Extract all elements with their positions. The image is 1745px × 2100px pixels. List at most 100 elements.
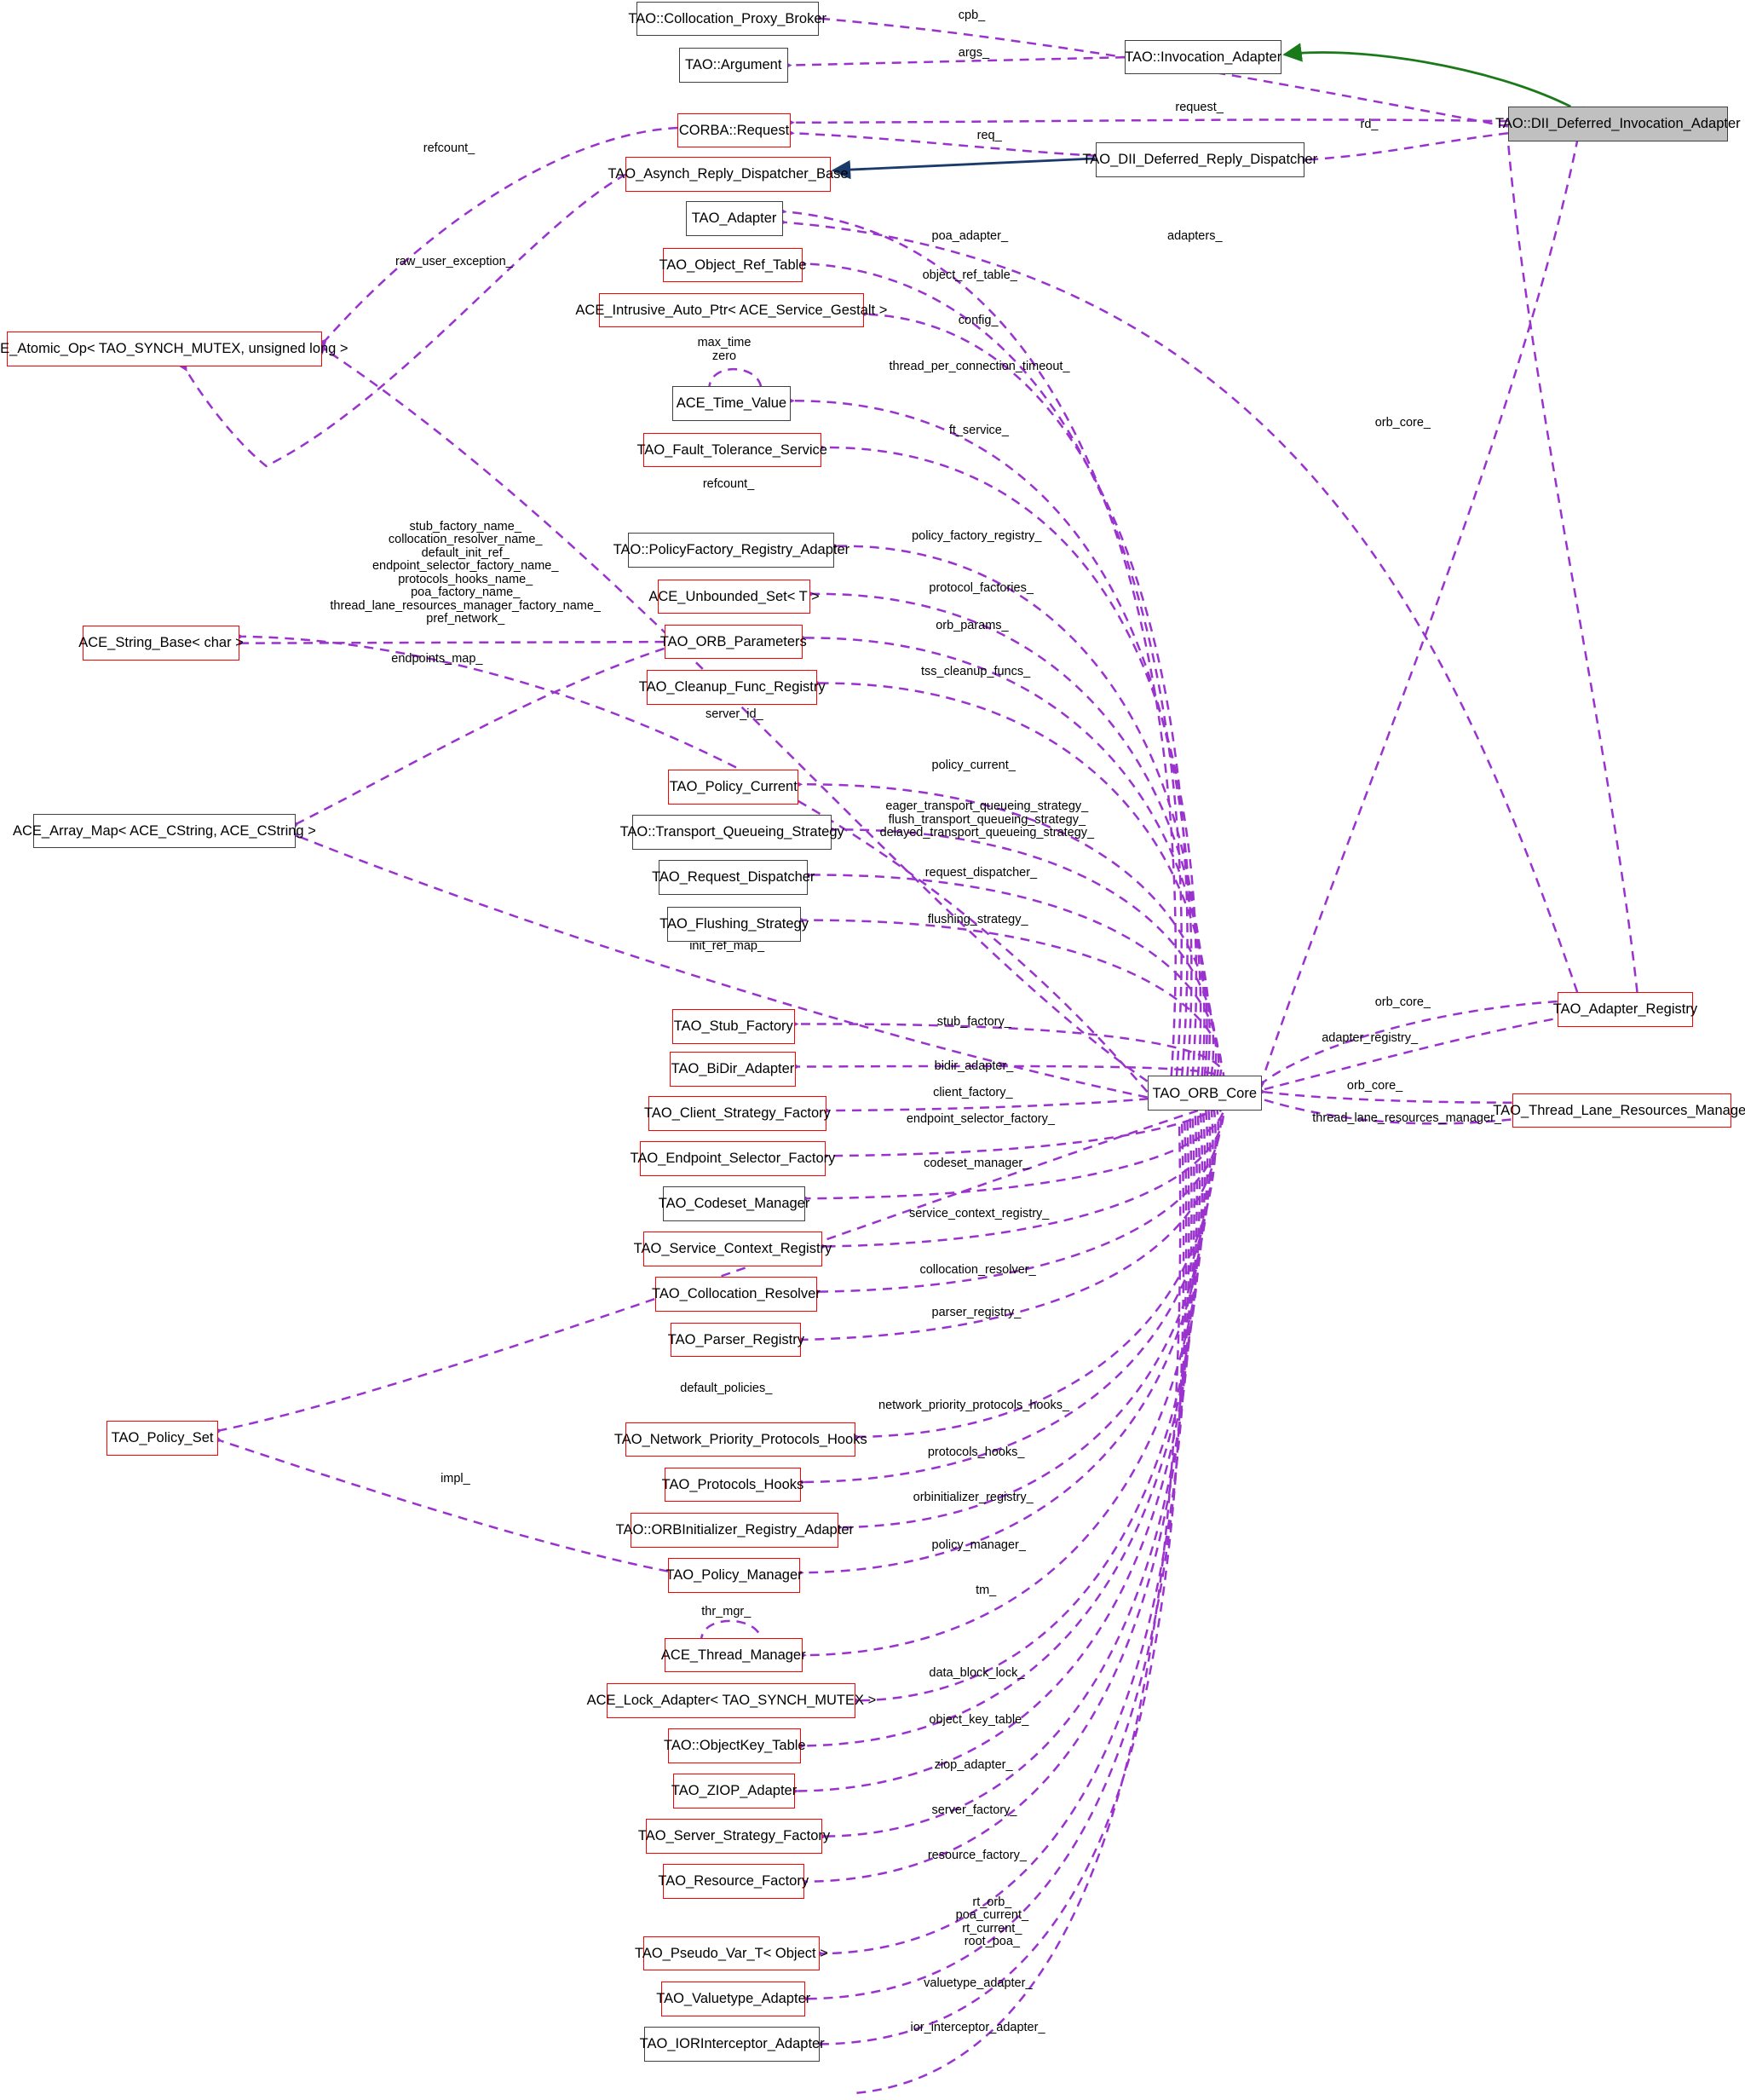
class-node-label: TAO::DII_Deferred_Invocation_Adapter — [1494, 116, 1741, 132]
class-node-iorinterceptor_adapter[interactable]: TAO_IORInterceptor_Adapter — [640, 2027, 825, 2062]
class-node-label: TAO_Valuetype_Adapter — [656, 1990, 811, 2006]
class-node-label: TAO_Policy_Set — [111, 1430, 214, 1446]
edge-label-policy_manager_lbl: policy_manager_ — [931, 1538, 1026, 1553]
class-node-label: TAO_Stub_Factory — [673, 1018, 793, 1035]
edge-label-raw_user_exception: raw_user_exception_ — [394, 254, 513, 268]
class-node-ziop_adapter[interactable]: TAO_ZIOP_Adapter — [671, 1774, 798, 1809]
class-node-protocols_hooks[interactable]: TAO_Protocols_Hooks — [662, 1467, 803, 1503]
class-node-stub_factory[interactable]: TAO_Stub_Factory — [671, 1009, 795, 1044]
class-node-label: TAO_Policy_Current — [669, 779, 798, 795]
edge-label-thread_lane_resources_manager_lbl: thread_lane_resources_manager_ — [1312, 1111, 1501, 1125]
class-node-label: TAO_ORB_Core — [1152, 1085, 1258, 1101]
class-node-adapter_registry[interactable]: TAO_Adapter_Registry — [1553, 992, 1697, 1027]
class-node-label: TAO_DII_Deferred_Reply_Dispatcher — [1082, 152, 1318, 168]
edge-label-orb_core_tlrm: orb_core_ — [1346, 1079, 1403, 1093]
edge-label-args: args_ — [958, 45, 990, 60]
collaboration-diagram-canvas: TAO::Collocation_Proxy_BrokerTAO::Argume… — [0, 0, 1745, 2100]
class-node-objectkey_table[interactable]: TAO::ObjectKey_Table — [664, 1728, 806, 1763]
edge-label-bidir_adapter_lbl: bidir_adapter_ — [934, 1059, 1014, 1073]
edge-label-string_attrs: stub_factory_name_ collocation_resolver_n… — [330, 519, 601, 626]
class-node-label: TAO_Service_Context_Registry — [633, 1241, 832, 1257]
class-node-client_strategy_factory[interactable]: TAO_Client_Strategy_Factory — [644, 1095, 831, 1131]
class-node-server_strategy_factory[interactable]: TAO_Server_Strategy_Factory — [638, 1819, 830, 1854]
class-node-intrusive_auto_ptr[interactable]: ACE_Intrusive_Auto_Ptr< ACE_Service_Gest… — [575, 292, 887, 328]
class-node-asynch_reply_dispatcher_base[interactable]: TAO_Asynch_Reply_Dispatcher_Base — [608, 157, 849, 192]
edge-label-adapters: adapters_ — [1167, 229, 1223, 244]
class-node-flushing_strategy[interactable]: TAO_Flushing_Strategy — [659, 907, 809, 942]
edge-label-client_factory: client_factory_ — [933, 1085, 1013, 1099]
class-node-policy_manager[interactable]: TAO_Policy_Manager — [665, 1558, 803, 1593]
edge-label-endpoints_map: endpoints_map_ — [391, 651, 483, 666]
class-node-lock_adapter[interactable]: ACE_Lock_Adapter< TAO_SYNCH_MUTEX > — [587, 1682, 876, 1718]
class-node-dii_deferred_reply_dispatcher[interactable]: TAO_DII_Deferred_Reply_Dispatcher — [1082, 142, 1317, 177]
class-node-orb_parameters[interactable]: TAO_ORB_Parameters — [660, 624, 807, 660]
edge-label-valuetype_adapter_lbl: valuetype_adapter_ — [924, 1976, 1033, 1991]
class-node-unbounded_set[interactable]: ACE_Unbounded_Set< T > — [648, 579, 820, 614]
class-node-label: TAO_Pseudo_Var_T< Object > — [634, 1945, 828, 1961]
class-node-array_map[interactable]: ACE_Array_Map< ACE_CString, ACE_CString … — [13, 813, 316, 849]
edge-label-adapter_registry_lbl: adapter_registry_ — [1322, 1030, 1419, 1045]
class-node-bidir_adapter[interactable]: TAO_BiDir_Adapter — [669, 1052, 797, 1087]
edge-label-refcount_mid: refcount_ — [702, 476, 755, 491]
class-node-network_priority_protocols_hooks[interactable]: TAO_Network_Priority_Protocols_Hooks — [614, 1422, 867, 1457]
class-node-collocation_proxy_broker[interactable]: TAO::Collocation_Proxy_Broker — [628, 1, 826, 37]
edge-label-parser_registry_lbl: parser_registry_ — [931, 1305, 1022, 1319]
class-node-label: TAO::PolicyFactory_Registry_Adapter — [613, 542, 850, 558]
class-node-parser_registry[interactable]: TAO_Parser_Registry — [667, 1322, 804, 1358]
class-node-label: CORBA::Request — [678, 122, 790, 138]
edge-label-object_ref_table_lbl: object_ref_table_ — [922, 268, 1017, 282]
class-node-string_base[interactable]: ACE_String_Base< char > — [78, 626, 244, 661]
edge-label-refcount_top: refcount_ — [423, 141, 475, 156]
class-node-label: ACE_String_Base< char > — [78, 635, 244, 651]
class-node-policyfactory_registry_adapter[interactable]: TAO::PolicyFactory_Registry_Adapter — [613, 532, 849, 568]
class-node-collocation_resolver[interactable]: TAO_Collocation_Resolver — [652, 1277, 821, 1312]
class-node-service_context_registry[interactable]: TAO_Service_Context_Registry — [634, 1232, 832, 1266]
class-node-label: TAO_Parser_Registry — [667, 1331, 804, 1347]
class-node-policy_current[interactable]: TAO_Policy_Current — [668, 770, 799, 805]
class-node-invocation_adapter[interactable]: TAO::Invocation_Adapter — [1125, 39, 1282, 75]
class-node-label: TAO_ORB_Parameters — [659, 633, 807, 649]
class-node-corba_request[interactable]: CORBA::Request — [677, 112, 791, 148]
class-node-orbinitializer_registry_adapter[interactable]: TAO::ORBInitializer_Registry_Adapter — [616, 1512, 854, 1548]
class-node-policy_set[interactable]: TAO_Policy_Set — [106, 1421, 219, 1456]
class-node-label: ACE_Intrusive_Auto_Ptr< ACE_Service_Gest… — [575, 302, 888, 318]
edge-label-pseudo_var_attrs: rt_orb_ poa_current_ rt_current_ root_poa_ — [955, 1895, 1029, 1949]
class-node-label: TAO::ObjectKey_Table — [664, 1738, 806, 1754]
edge-label-codeset_manager_lbl: codeset_manager_ — [924, 1156, 1030, 1170]
edge-label-thr_mgr: thr_mgr_ — [701, 1605, 752, 1619]
class-node-fault_tolerance_service[interactable]: TAO_Fault_Tolerance_Service — [636, 432, 827, 468]
class-node-transport_queueing_strategy[interactable]: TAO::Transport_Queueing_Strategy — [620, 815, 844, 850]
class-node-label: TAO_ZIOP_Adapter — [671, 1783, 798, 1799]
class-node-endpoint_selector_factory[interactable]: TAO_Endpoint_Selector_Factory — [631, 1141, 835, 1176]
edge-label-tss_cleanup_funcs: tss_cleanup_funcs_ — [921, 665, 1031, 679]
class-node-dii_deferred_invocation_adapter[interactable]: TAO::DII_Deferred_Invocation_Adapter — [1495, 106, 1741, 141]
class-node-label: TAO_IORInterceptor_Adapter — [639, 2036, 825, 2052]
class-node-thread_lane_resources_manager[interactable]: TAO_Thread_Lane_Resources_Manager — [1493, 1093, 1745, 1128]
class-node-codeset_manager[interactable]: TAO_Codeset_Manager — [659, 1186, 809, 1221]
class-node-object_ref_table[interactable]: TAO_Object_Ref_Table — [659, 247, 806, 283]
edge-label-service_context_registry_lbl: service_context_registry_ — [908, 1207, 1050, 1221]
edge-label-network_priority_protocols_hooks_lbl: network_priority_protocols_hooks_ — [878, 1399, 1070, 1413]
class-node-label: TAO_Fault_Tolerance_Service — [636, 441, 827, 458]
class-node-tao_adapter[interactable]: TAO_Adapter — [685, 200, 783, 236]
class-node-orb_core[interactable]: TAO_ORB_Core — [1147, 1076, 1262, 1111]
class-node-label: TAO_Server_Strategy_Factory — [637, 1828, 831, 1844]
class-node-resource_factory[interactable]: TAO_Resource_Factory — [658, 1864, 809, 1900]
class-node-request_dispatcher[interactable]: TAO_Request_Dispatcher — [652, 860, 815, 895]
class-node-ace_time_value[interactable]: ACE_Time_Value — [671, 386, 791, 421]
class-node-thread_manager[interactable]: ACE_Thread_Manager — [661, 1637, 806, 1673]
class-node-atomic_op[interactable]: ACE_Atomic_Op< TAO_SYNCH_MUTEX, unsigned… — [0, 332, 348, 366]
class-node-argument[interactable]: TAO::Argument — [678, 48, 788, 83]
edge-label-default_policies: default_policies_ — [680, 1381, 773, 1395]
class-node-pseudo_var_t[interactable]: TAO_Pseudo_Var_T< Object > — [635, 1936, 828, 1971]
edge-label-resource_factory_lbl: resource_factory_ — [927, 1849, 1027, 1863]
edge-label-init_ref_map: init_ref_map_ — [689, 939, 765, 954]
class-node-label: TAO_Policy_Manager — [665, 1567, 803, 1584]
class-node-cleanup_func_registry[interactable]: TAO_Cleanup_Func_Registry — [639, 669, 826, 705]
edge-label-endpoint_selector_factory_lbl: endpoint_selector_factory_ — [906, 1112, 1055, 1127]
edge-label-tm: tm_ — [976, 1584, 997, 1598]
class-node-valuetype_adapter[interactable]: TAO_Valuetype_Adapter — [656, 1981, 810, 2016]
class-node-label: TAO_Asynch_Reply_Dispatcher_Base — [608, 166, 849, 182]
edge-label-orb_params: orb_params_ — [936, 618, 1009, 632]
edge-label-ziop_adapter_lbl: ziop_adapter_ — [934, 1758, 1013, 1772]
